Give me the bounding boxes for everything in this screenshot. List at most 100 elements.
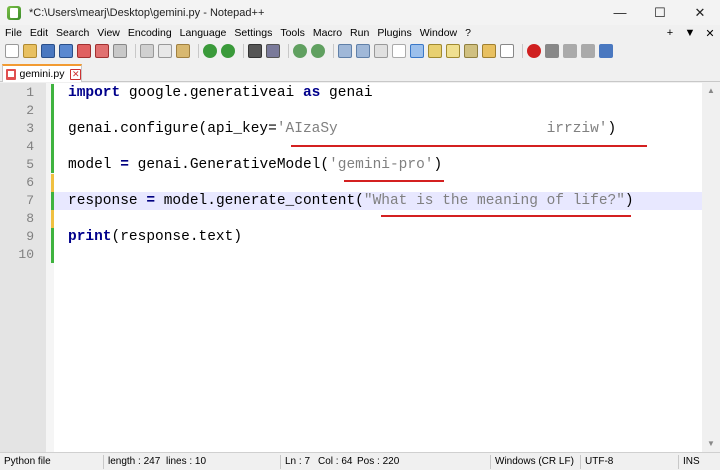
menu-window[interactable]: Window: [416, 27, 461, 39]
operator: =: [120, 157, 129, 173]
function-list-icon[interactable]: [464, 44, 478, 58]
menu-view[interactable]: View: [93, 27, 124, 39]
menu-tools[interactable]: Tools: [276, 27, 309, 39]
replace-icon[interactable]: [266, 44, 280, 58]
menu-plugins[interactable]: Plugins: [373, 27, 415, 39]
close-all-icon[interactable]: [95, 44, 109, 58]
toolbar: [0, 42, 720, 60]
line-number-gutter: 1 2 3 4 5 6 7 8 9 10: [0, 83, 46, 452]
code-text: genai.GenerativeModel(: [128, 157, 330, 173]
word-wrap-icon[interactable]: [374, 44, 388, 58]
line-number: 4: [26, 139, 34, 154]
red-underline: [344, 180, 444, 182]
red-underline: [381, 215, 631, 217]
line-number: 5: [26, 157, 34, 172]
code-line-3: genai.configure(api_key='AIzaSy irrziw'): [54, 120, 702, 138]
menu-macro[interactable]: Macro: [309, 27, 346, 39]
status-separator: [678, 455, 679, 469]
show-all-chars-icon[interactable]: [392, 44, 406, 58]
maximize-button[interactable]: ☐: [640, 0, 680, 25]
editor[interactable]: 1 2 3 4 5 6 7 8 9 10 import google.gener…: [0, 83, 720, 452]
status-col: Col : 64: [318, 456, 353, 467]
menu-edit[interactable]: Edit: [26, 27, 52, 39]
line-number: 10: [18, 247, 34, 262]
string-literal: 'gemini-pro': [329, 157, 434, 173]
tab-close-icon[interactable]: ✕: [70, 68, 81, 80]
paste-icon[interactable]: [176, 44, 190, 58]
notepadpp-icon: [7, 5, 21, 20]
undo-icon[interactable]: [203, 44, 217, 58]
vertical-scrollbar[interactable]: ▲ ▼: [702, 83, 720, 452]
status-separator: [580, 455, 581, 469]
find-icon[interactable]: [248, 44, 262, 58]
folder-workspace-icon[interactable]: [482, 44, 496, 58]
sync-horizontal-icon[interactable]: [356, 44, 370, 58]
code-text: google.generativeai: [120, 85, 303, 101]
status-separator: [280, 455, 281, 469]
window-title: *C:\Users\mearj\Desktop\gemini.py - Note…: [29, 6, 265, 19]
zoom-out-icon[interactable]: [311, 44, 325, 58]
menu-encoding[interactable]: Encoding: [124, 27, 176, 39]
user-lang-icon[interactable]: [428, 44, 442, 58]
tab-bar: gemini.py ✕: [0, 62, 720, 82]
code-text: response: [68, 193, 147, 209]
menu-bar: File Edit Search View Encoding Language …: [0, 25, 720, 41]
save-icon[interactable]: [41, 44, 55, 58]
window-controls: — ☐ ✕: [600, 0, 720, 25]
line-number: 2: [26, 103, 34, 118]
close-button[interactable]: ✕: [680, 0, 720, 25]
code-area[interactable]: import google.generativeai as genai gena…: [54, 83, 702, 452]
scroll-up-icon[interactable]: ▲: [702, 83, 720, 99]
record-macro-icon[interactable]: [527, 44, 541, 58]
new-file-icon[interactable]: [5, 44, 19, 58]
scroll-down-icon[interactable]: ▼: [702, 436, 720, 452]
line-number: 8: [26, 211, 34, 226]
code-line-1: import google.generativeai as genai: [54, 84, 702, 102]
stop-macro-icon[interactable]: [545, 44, 559, 58]
menu-settings[interactable]: Settings: [230, 27, 276, 39]
minimize-button[interactable]: —: [600, 0, 640, 25]
menu-language[interactable]: Language: [176, 27, 231, 39]
zoom-in-icon[interactable]: [293, 44, 307, 58]
tab-gemini-py[interactable]: gemini.py ✕: [2, 64, 82, 82]
status-lines: lines : 10: [166, 456, 207, 467]
line-number: 9: [26, 229, 34, 244]
menu-search[interactable]: Search: [52, 27, 93, 39]
open-file-icon[interactable]: [23, 44, 37, 58]
status-separator: [103, 455, 104, 469]
line-number: 6: [26, 175, 34, 190]
toolbar-separator: [243, 44, 244, 58]
print-icon[interactable]: [113, 44, 127, 58]
save-all-icon[interactable]: [59, 44, 73, 58]
save-macro-icon[interactable]: [599, 44, 613, 58]
indent-guide-icon[interactable]: [410, 44, 424, 58]
cut-icon[interactable]: [140, 44, 154, 58]
string-literal: "What is the meaning of life?": [363, 193, 625, 209]
code-text: ): [624, 193, 634, 209]
keyword: import: [68, 85, 121, 101]
status-length: length : 247: [108, 456, 161, 467]
add-doc-icon[interactable]: +: [660, 27, 680, 39]
tab-label: gemini.py: [19, 68, 65, 80]
redo-icon[interactable]: [221, 44, 235, 58]
code-line-7: response = model.generate_content("What …: [54, 192, 702, 210]
doc-map-icon[interactable]: [446, 44, 460, 58]
code-line-5: model = genai.GenerativeModel('gemini-pr…: [54, 156, 702, 174]
monitoring-icon[interactable]: [500, 44, 514, 58]
line-number: 3: [26, 121, 34, 136]
status-eol: Windows (CR LF): [495, 456, 574, 467]
menu-run[interactable]: Run: [346, 27, 373, 39]
status-separator: [490, 455, 491, 469]
play-multiple-icon[interactable]: [581, 44, 595, 58]
toolbar-separator: [198, 44, 199, 58]
close-file-icon[interactable]: [77, 44, 91, 58]
menu-help[interactable]: ?: [461, 27, 475, 39]
play-macro-icon[interactable]: [563, 44, 577, 58]
close-doc-icon[interactable]: ✕: [700, 27, 720, 40]
sync-vertical-icon[interactable]: [338, 44, 352, 58]
copy-icon[interactable]: [158, 44, 172, 58]
string-literal: 'AIzaSy irrziw': [276, 121, 608, 137]
doc-list-icon[interactable]: ▼: [680, 27, 700, 39]
menu-file[interactable]: File: [0, 27, 26, 39]
status-bar: Python file length : 247 lines : 10 Ln :…: [0, 452, 720, 470]
